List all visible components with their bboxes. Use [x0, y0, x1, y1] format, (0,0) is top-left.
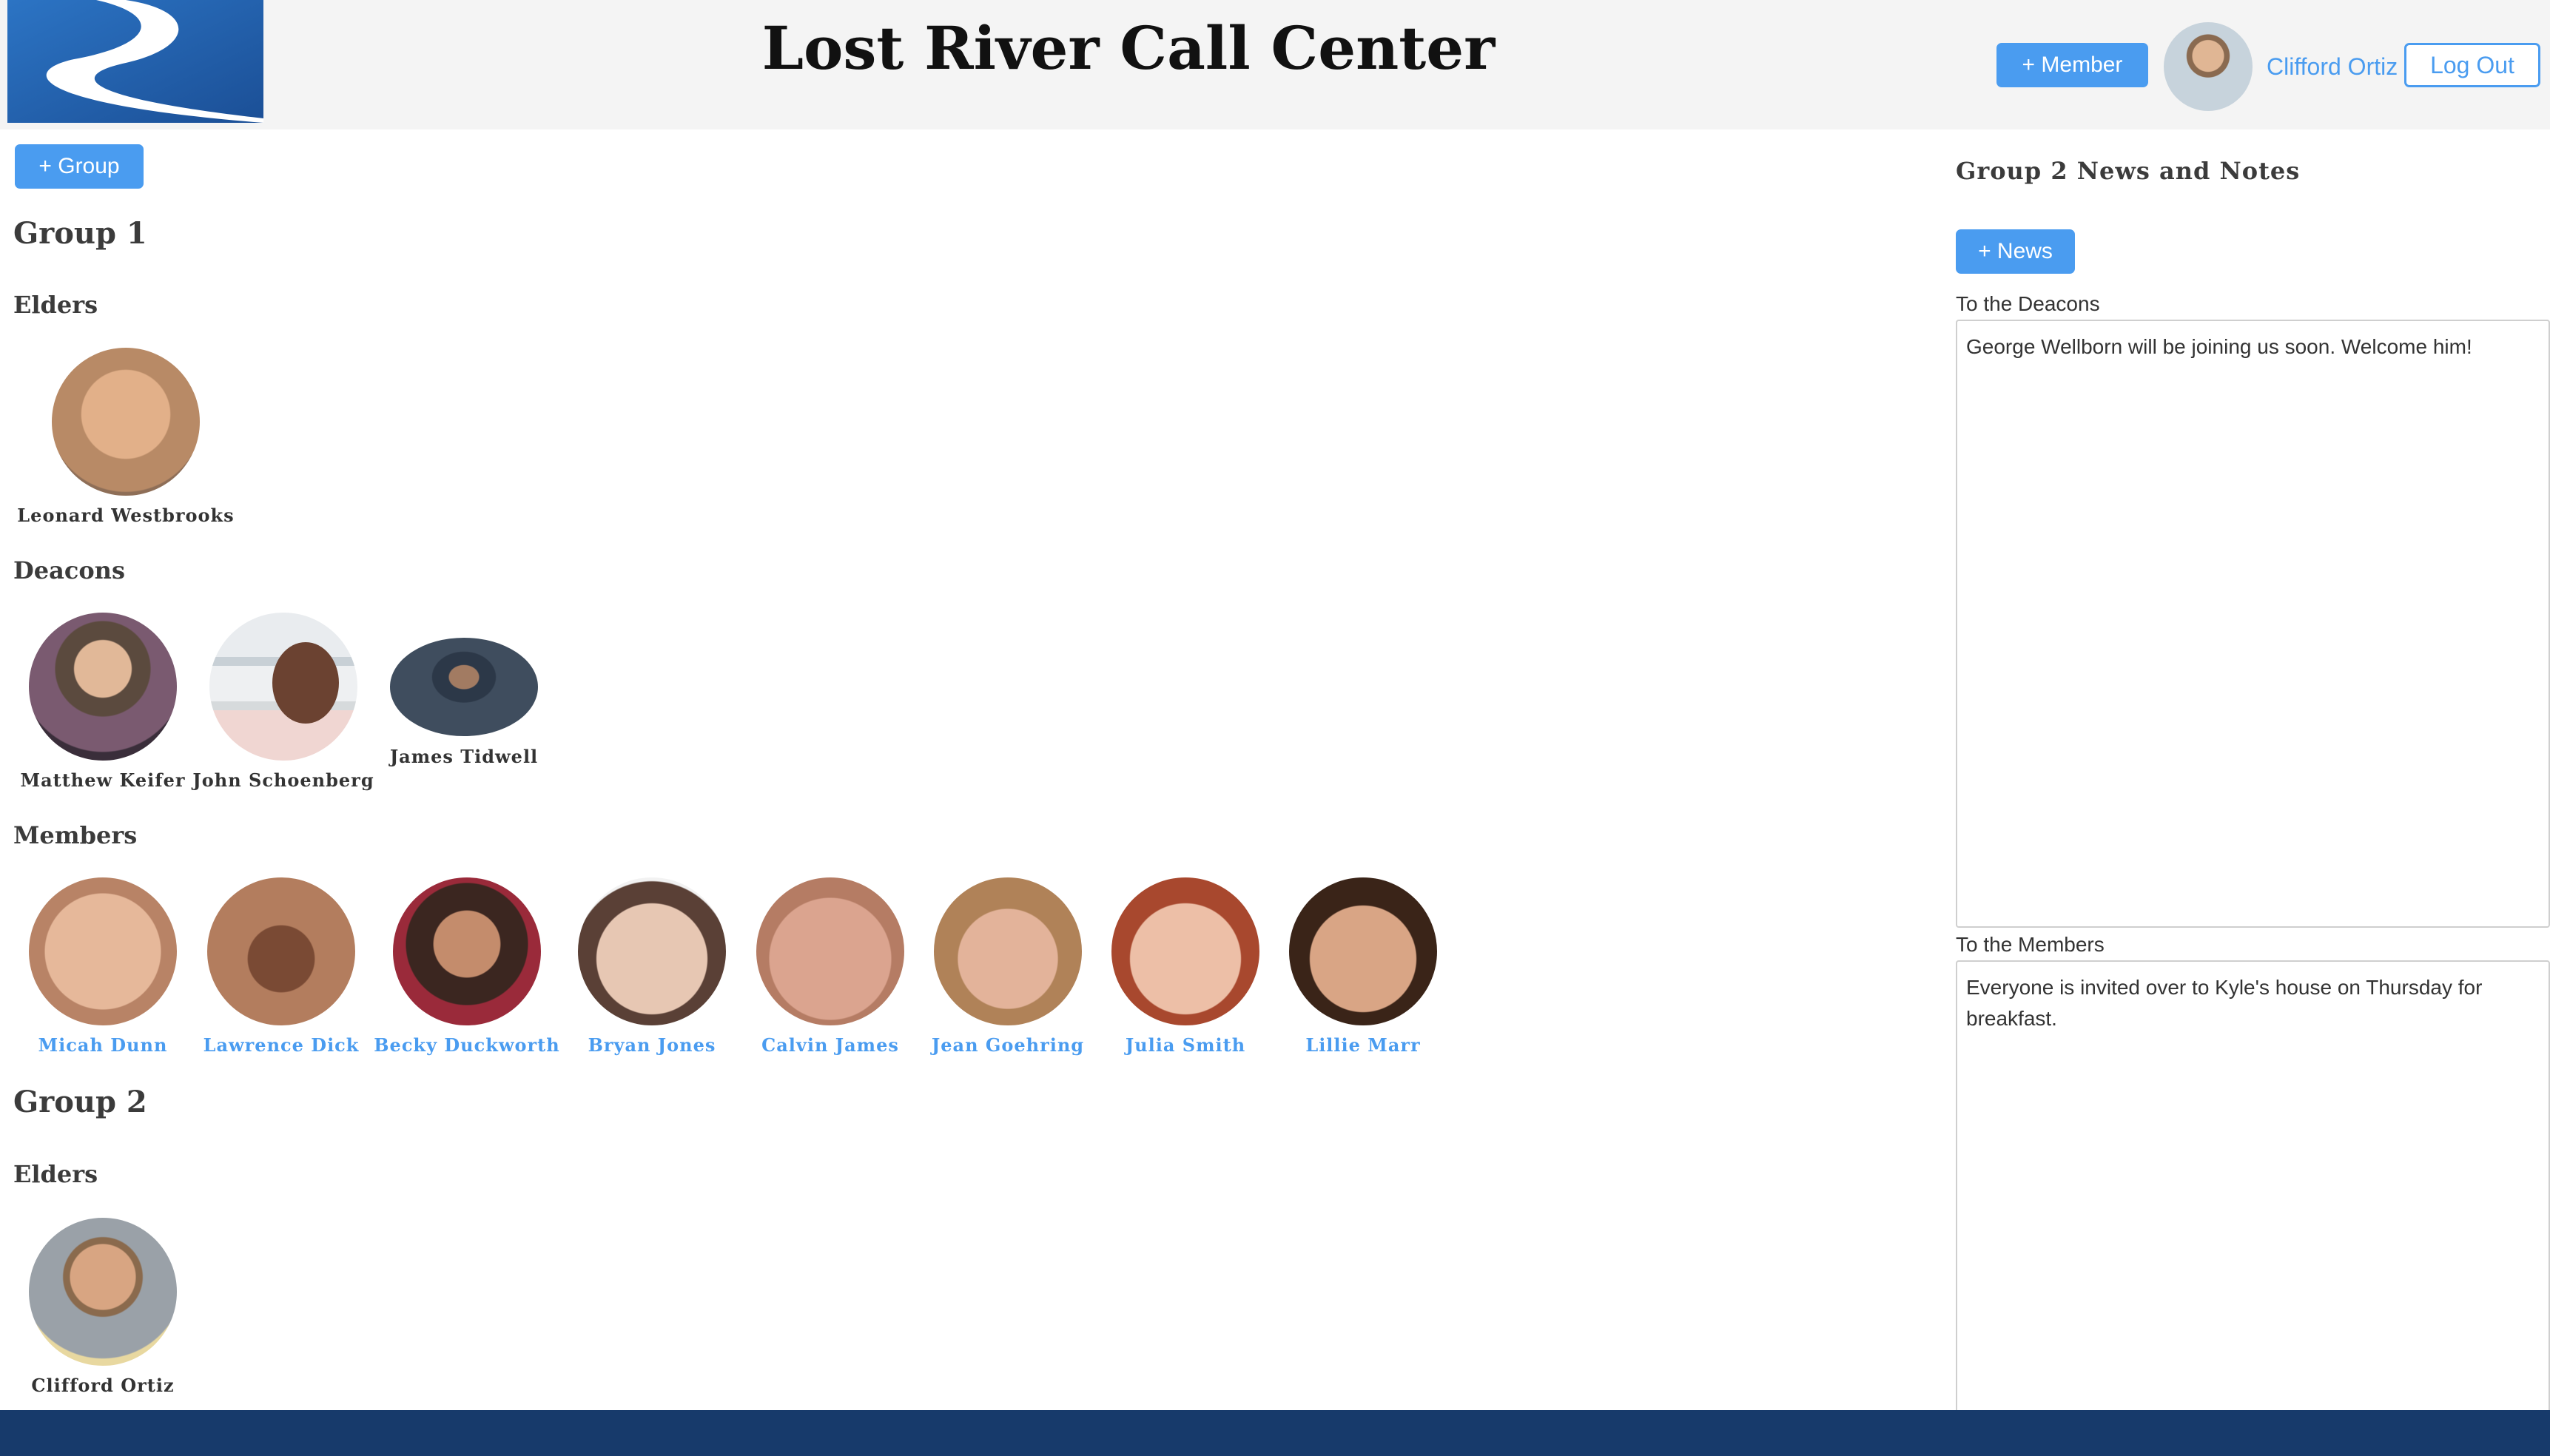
person-name: Clifford Ortiz: [31, 1375, 175, 1396]
person-photo: [207, 877, 355, 1025]
person-name: Leonard Westbrooks: [17, 505, 235, 526]
person-photo: [29, 1218, 177, 1366]
role-title-elders: Elders: [13, 291, 98, 319]
person-face: [272, 642, 339, 724]
current-user-avatar[interactable]: [2164, 22, 2253, 111]
add-news-button[interactable]: + News: [1956, 229, 2075, 274]
person-photo: [52, 348, 200, 496]
current-user-link[interactable]: Clifford Ortiz: [2267, 53, 2398, 81]
members-note-textarea[interactable]: Everyone is invited over to Kyle's house…: [1956, 960, 2550, 1419]
page-footer: [0, 1410, 2550, 1456]
group-title: Group 1: [13, 216, 147, 251]
deacons-note-textarea[interactable]: George Wellborn will be joining us soon.…: [1956, 320, 2550, 928]
person-photo: [393, 877, 541, 1025]
app-header: Lost River Call Center + Member Clifford…: [0, 0, 2550, 129]
person-photo: [578, 877, 726, 1025]
group-title: Group 2: [13, 1085, 147, 1119]
logout-button[interactable]: Log Out: [2404, 43, 2540, 87]
person-name: John Schoenberg: [192, 769, 374, 791]
person-name-link[interactable]: Lillie Marr: [1141, 1034, 1585, 1056]
person-photo: [29, 613, 177, 761]
app-title: Lost River Call Center: [761, 13, 1496, 83]
person-name: James Tidwell: [389, 746, 539, 767]
person-photo: [29, 877, 177, 1025]
role-title-members: Members: [13, 821, 138, 849]
role-title-deacons: Deacons: [13, 556, 125, 584]
news-panel-title: Group 2 News and Notes: [1956, 157, 2301, 185]
person-photo: [756, 877, 904, 1025]
deacons-note-label: To the Deacons: [1956, 292, 2100, 315]
person-photo: [934, 877, 1082, 1025]
person-photo: [1289, 877, 1437, 1025]
person-photo: [390, 638, 538, 736]
add-group-button[interactable]: + Group: [15, 144, 144, 189]
members-note-label: To the Members: [1956, 933, 2105, 956]
role-title-elders: Elders: [13, 1160, 98, 1188]
person-photo: [1111, 877, 1259, 1025]
add-member-button[interactable]: + Member: [1996, 43, 2148, 87]
